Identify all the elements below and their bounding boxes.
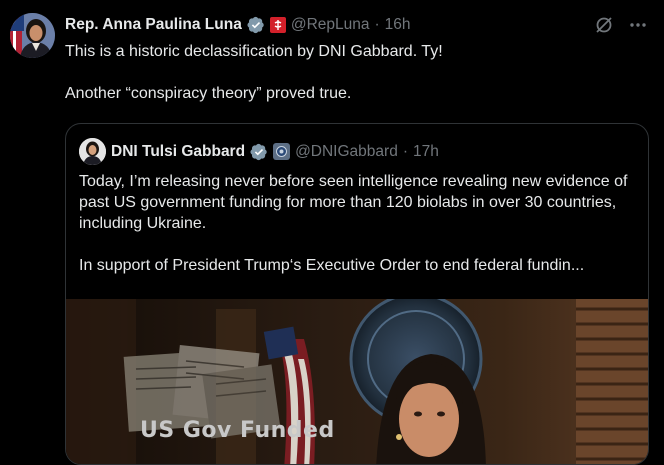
post-time[interactable]: 16h	[385, 16, 411, 34]
separator: ·	[402, 142, 408, 160]
house-affiliate-icon[interactable]	[269, 17, 286, 33]
post[interactable]: Rep. Anna Paulina Luna @RepLuna · 16h Th…	[0, 0, 664, 465]
quoted-post[interactable]: DNI Tulsi Gabbard @DNIGabbard · 17h Toda…	[65, 123, 649, 465]
verified-badge-icon	[247, 16, 264, 34]
quoted-post-text-line: In support of President Trump‘s Executiv…	[79, 257, 585, 274]
post-text: This is a historic declassification by D…	[65, 41, 645, 104]
quoted-post-text: Today, I’m releasing never before seen i…	[79, 171, 635, 276]
quoted-post-media[interactable]: US Gov Funded	[66, 299, 648, 464]
author-handle[interactable]: @RepLuna	[291, 16, 370, 34]
gov-affiliate-icon[interactable]	[273, 143, 291, 160]
media-caption: US Gov Funded	[140, 418, 335, 443]
quoted-author-name[interactable]: DNI Tulsi Gabbard	[111, 143, 245, 161]
post-text-line: Another “conspiracy theory” proved true.	[65, 85, 352, 102]
more-icon[interactable]	[628, 15, 648, 35]
quoted-post-time[interactable]: 17h	[413, 143, 439, 161]
grok-icon[interactable]	[594, 15, 614, 35]
quoted-post-text-line: Today, I’m releasing never before seen i…	[79, 173, 628, 232]
verified-badge-icon	[250, 143, 267, 160]
quoted-author-handle[interactable]: @DNIGabbard	[295, 143, 398, 161]
post-text-line: This is a historic declassification by D…	[65, 43, 443, 60]
quoted-post-header: DNI Tulsi Gabbard @DNIGabbard · 17h	[79, 138, 439, 165]
post-actions	[594, 15, 648, 35]
author-avatar[interactable]	[10, 13, 55, 58]
quoted-author-avatar[interactable]	[79, 138, 106, 165]
post-header: Rep. Anna Paulina Luna @RepLuna · 16h	[65, 14, 411, 36]
author-name[interactable]: Rep. Anna Paulina Luna	[65, 16, 242, 34]
separator: ·	[374, 16, 380, 33]
